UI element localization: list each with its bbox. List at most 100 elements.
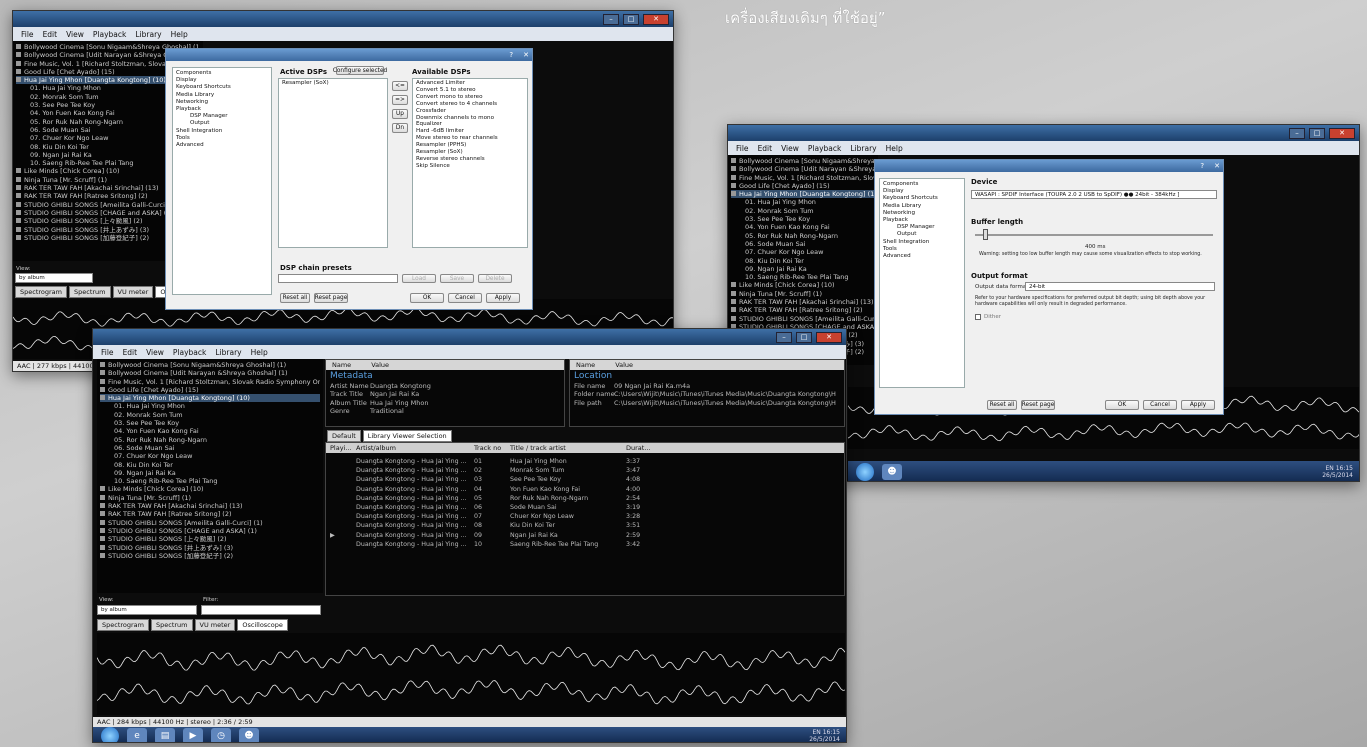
library-tree-item[interactable]: 04. Yon Fuen Kao Kong Fai bbox=[731, 223, 875, 231]
menu-file[interactable]: File bbox=[101, 348, 114, 357]
preferences-tree-item[interactable]: Shell Integration bbox=[883, 239, 961, 246]
library-tree-item[interactable]: 03. See Pee Tee Koy bbox=[100, 419, 320, 427]
active-dsp-item[interactable]: Resampler (SoX) bbox=[282, 80, 384, 87]
preferences-tree-item[interactable]: Networking bbox=[883, 210, 961, 217]
library-tree-item[interactable]: RAK TER TAW FAH [Akachai Srinchai] (13) bbox=[100, 502, 320, 510]
reset-all-button[interactable]: Reset all bbox=[280, 293, 310, 303]
dither-checkbox[interactable] bbox=[975, 314, 981, 320]
dsp-preset-dropdown[interactable] bbox=[278, 274, 398, 283]
move-down-button[interactable]: Dn bbox=[392, 123, 408, 133]
preferences-tree-item[interactable]: DSP Manager bbox=[883, 224, 961, 231]
library-tree-item[interactable]: RAK TER TAW FAH [Akachai Srinchai] (13) bbox=[731, 298, 875, 306]
available-dsp-item[interactable]: Move stereo to rear channels bbox=[416, 135, 524, 142]
cancel-button[interactable]: Cancel bbox=[1143, 400, 1177, 410]
preferences-tree-item[interactable]: Networking bbox=[176, 99, 268, 106]
library-tree-item[interactable]: Bollywood Cinema [Udit Narayan &Shreya G… bbox=[731, 165, 875, 173]
playlist-column-header[interactable]: Track no bbox=[470, 444, 506, 452]
library-tree-item[interactable]: Good Life [Chet Ayado] (15) bbox=[100, 386, 320, 394]
library-tree-item[interactable]: Bollywood Cinema [Sonu Nigaam&Shreya Gho… bbox=[731, 157, 875, 165]
menu-help[interactable]: Help bbox=[251, 348, 268, 357]
clock-app-icon[interactable]: ◷ bbox=[211, 727, 231, 742]
dialog-help-icon[interactable]: ? bbox=[1200, 162, 1204, 170]
filter-input[interactable] bbox=[201, 605, 321, 615]
available-dsp-item[interactable]: Advanced Limiter bbox=[416, 80, 524, 87]
dialog-close-icon[interactable]: ✕ bbox=[1214, 162, 1220, 170]
folder-icon[interactable]: ▤ bbox=[155, 727, 175, 742]
library-tree-item[interactable]: Bollywood Cinema [Sonu Nigaam&Shreya Gho… bbox=[100, 361, 320, 369]
alien-app-icon[interactable]: ☻ bbox=[239, 727, 259, 742]
library-tree-item[interactable]: 01. Hua Jai Ying Mhon bbox=[731, 198, 875, 206]
ie-icon[interactable]: e bbox=[127, 727, 147, 742]
library-tree-item[interactable]: 10. Saeng Rib-Ree Tee Plai Tang bbox=[100, 477, 320, 485]
preferences-tree-item[interactable]: Output bbox=[883, 231, 961, 238]
library-tree-item[interactable]: Like Minds [Chick Corea] (10) bbox=[100, 485, 320, 493]
library-tree-item[interactable]: 05. Ror Ruk Nah Rong-Ngarn bbox=[100, 436, 320, 444]
playlist-column-header[interactable]: Durat... bbox=[622, 444, 666, 452]
library-tree-item[interactable]: Ninja Tuna [Mr. Scruff] (1) bbox=[100, 494, 320, 502]
playlist-tab[interactable]: Default bbox=[327, 430, 361, 442]
library-tree-item[interactable]: Ninja Tuna [Mr. Scruff] (1) bbox=[731, 290, 875, 298]
menu-library[interactable]: Library bbox=[215, 348, 241, 357]
reset-page-button[interactable]: Reset page bbox=[1021, 400, 1055, 410]
available-dsp-item[interactable]: Reverse stereo channels bbox=[416, 156, 524, 163]
device-dropdown[interactable]: WASAPI : SPDIF Interface (TOUPA 2.0 2 US… bbox=[971, 190, 1217, 199]
library-tree-item[interactable]: 08. Kiu Din Koi Ter bbox=[100, 461, 320, 469]
configure-selected-button[interactable]: Configure selected bbox=[333, 66, 387, 75]
available-dsp-item[interactable]: Convert stereo to 4 channels bbox=[416, 101, 524, 108]
library-tree-item[interactable]: STUDIO GHIBLI SONGS [加藤登紀子] (2) bbox=[100, 552, 320, 560]
alien-app-icon[interactable]: ☻ bbox=[882, 464, 902, 480]
library-tree-item[interactable]: 10. Saeng Rib-Ree Tee Plai Tang bbox=[731, 273, 875, 281]
preferences-tree[interactable]: Components Display Keyboard Shortcuts Media… bbox=[172, 67, 272, 295]
preferences-tree-item[interactable]: Tools bbox=[883, 246, 961, 253]
library-tree-item[interactable]: 09. Ngan Jai Rai Ka bbox=[731, 265, 875, 273]
library-tree-item[interactable]: Hua Jai Ying Mhon [Duangta Kongtong] (10… bbox=[731, 190, 875, 199]
available-dsp-item[interactable]: Resampler (SoX) bbox=[416, 149, 524, 156]
preferences-tree-item[interactable]: Output bbox=[176, 120, 268, 127]
available-dsp-item[interactable]: Resampler (PPHS) bbox=[416, 142, 524, 149]
output-format-dropdown[interactable]: 24-bit bbox=[1025, 282, 1215, 291]
lang-indicator[interactable]: EN bbox=[1326, 465, 1334, 472]
table-row[interactable]: Duangta Kongtong - Hua Jai Ying ... 06 Sod… bbox=[326, 503, 666, 512]
buffer-slider-track[interactable] bbox=[975, 234, 1213, 236]
preset-load-button[interactable]: Load bbox=[402, 274, 436, 283]
library-tree-item[interactable]: Bollywood Cinema [Udit Narayan &Shreya G… bbox=[100, 369, 320, 377]
buffer-slider-thumb[interactable] bbox=[983, 229, 988, 240]
menu-playback[interactable]: Playback bbox=[93, 30, 126, 39]
available-dsp-item[interactable]: Downmix channels to mono bbox=[416, 115, 524, 122]
lang-indicator[interactable]: EN bbox=[813, 729, 821, 736]
preferences-tree-item[interactable]: Shell Integration bbox=[176, 128, 268, 135]
library-tree-item[interactable]: Hua Jai Ying Mhon [Duangta Kongtong] (10… bbox=[100, 394, 320, 403]
tab-vu-meter[interactable]: VU meter bbox=[194, 619, 236, 631]
menu-playback[interactable]: Playback bbox=[173, 348, 206, 357]
available-dsp-item[interactable]: Crossfader bbox=[416, 108, 524, 115]
table-row[interactable]: ▶ Duangta Kongtong - Hua Jai Ying ... 09 Ng… bbox=[326, 531, 666, 540]
preferences-tree-item[interactable]: Advanced bbox=[883, 253, 961, 260]
preferences-tree-item[interactable]: Display bbox=[883, 188, 961, 195]
menu-playback[interactable]: Playback bbox=[808, 144, 841, 153]
available-dsp-item[interactable]: Convert 5.1 to stereo bbox=[416, 87, 524, 94]
table-row[interactable]: Duangta Kongtong - Hua Jai Ying ... 08 Kiu… bbox=[326, 521, 666, 530]
library-tree-item[interactable]: 06. Sode Muan Sai bbox=[731, 240, 875, 248]
maximize-button[interactable]: □ bbox=[1309, 127, 1325, 139]
playlist-column-header[interactable]: Title / track artist bbox=[506, 444, 622, 452]
available-dsps-list[interactable]: Advanced Limiter Convert 5.1 to stereo Con… bbox=[412, 78, 528, 248]
reset-page-button[interactable]: Reset page bbox=[314, 293, 348, 303]
tab-vu-meter[interactable]: VU meter bbox=[112, 286, 154, 298]
preferences-tree-item[interactable]: Playback bbox=[883, 217, 961, 224]
menu-view[interactable]: View bbox=[66, 30, 84, 39]
tab-spectrum[interactable]: Spectrum bbox=[69, 286, 111, 298]
apply-button[interactable]: Apply bbox=[1181, 400, 1215, 410]
playlist-column-header[interactable]: Playi... bbox=[326, 444, 352, 452]
name-column-header[interactable]: Name bbox=[332, 361, 351, 369]
menu-file[interactable]: File bbox=[736, 144, 749, 153]
available-dsp-item[interactable]: Convert mono to stereo bbox=[416, 94, 524, 101]
add-dsp-button[interactable]: <= bbox=[392, 81, 408, 91]
library-tree[interactable]: Bollywood Cinema [Sonu Nigaam&Shreya Gho… bbox=[97, 359, 323, 593]
name-column-header[interactable]: Name bbox=[576, 361, 595, 369]
available-dsp-item[interactable]: Skip Silence bbox=[416, 163, 524, 170]
library-tree-item[interactable]: 01. Hua Jai Ying Mhon bbox=[100, 402, 320, 410]
library-tree-item[interactable]: 02. Monrak Som Tum bbox=[100, 411, 320, 419]
library-tree-item[interactable]: Fine Music, Vol. 1 [Richard Stoltzman, S… bbox=[100, 378, 320, 386]
table-row[interactable]: Duangta Kongtong - Hua Jai Ying ... 07 Chu… bbox=[326, 512, 666, 521]
menu-help[interactable]: Help bbox=[886, 144, 903, 153]
